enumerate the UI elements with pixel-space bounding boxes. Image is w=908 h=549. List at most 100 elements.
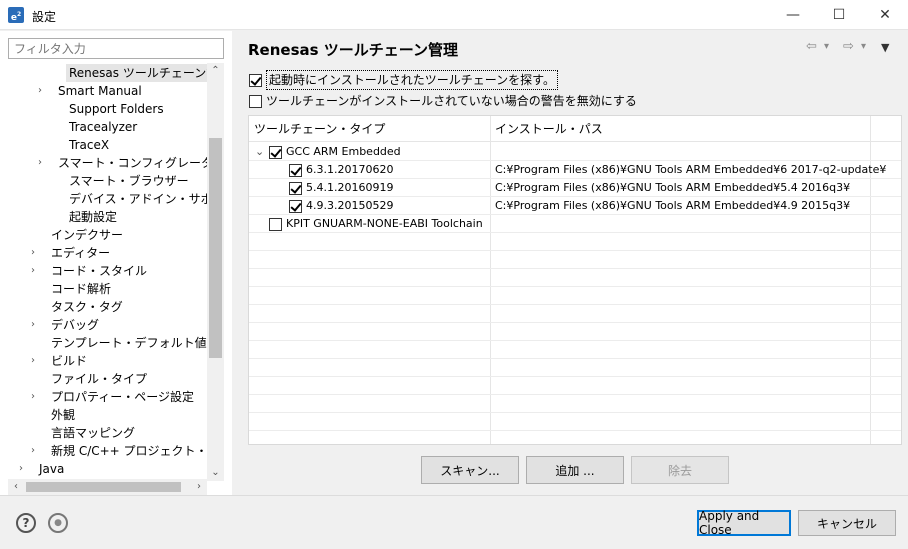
- cancel-button[interactable]: キャンセル: [798, 510, 896, 536]
- help-icon[interactable]: ?: [16, 513, 36, 533]
- table-row[interactable]: 5.4.1.20160919 C:¥Program Files (x86)¥GNU…: [249, 179, 901, 197]
- toolchain-name: GCC ARM Embedded: [286, 145, 401, 158]
- remove-button[interactable]: 除去: [631, 456, 729, 484]
- tree-expand-chevron-icon[interactable]: ›: [28, 442, 38, 460]
- maximize-button[interactable]: ☐: [816, 0, 862, 30]
- table-row[interactable]: [249, 395, 901, 413]
- close-button[interactable]: ✕: [862, 0, 908, 30]
- tree-expand-chevron-icon[interactable]: ›: [16, 460, 26, 478]
- tree-item[interactable]: デバイス・アドイン・サポート: [69, 190, 207, 208]
- tree-item[interactable]: スマート・ブラウザー: [69, 172, 189, 190]
- toolchain-name: 5.4.1.20160919: [306, 181, 394, 194]
- toolchain-table: ツールチェーン・タイプ インストール・パス ⌄ GCC ARM Embedded 6…: [248, 115, 902, 445]
- preference-navigation: Renesas ツールチェーン管理 › Smart ManualSupport Fo…: [0, 31, 232, 495]
- tree-expand-chevron-icon[interactable]: ›: [35, 82, 45, 100]
- preference-tree: Renesas ツールチェーン管理 › Smart ManualSupport Fo…: [0, 63, 207, 481]
- tree-horizontal-scrollbar[interactable]: ‹ ›: [8, 479, 207, 495]
- tree-expand-chevron-icon[interactable]: ›: [35, 154, 45, 172]
- column-header-type[interactable]: ツールチェーン・タイプ: [249, 116, 490, 142]
- table-row[interactable]: [249, 269, 901, 287]
- back-arrow-icon[interactable]: ⇦: [806, 39, 817, 54]
- checkbox-icon[interactable]: [289, 181, 302, 195]
- tree-item[interactable]: Tracealyzer: [69, 118, 137, 136]
- install-path: C:¥Program Files (x86)¥GNU Tools ARM Emb…: [495, 199, 851, 212]
- tree-expand-chevron-icon[interactable]: ›: [28, 244, 38, 262]
- tree-item[interactable]: テンプレート・デフォルト値: [51, 334, 207, 352]
- add-button[interactable]: 追加 ...: [526, 456, 624, 484]
- checkbox-icon[interactable]: [289, 199, 302, 213]
- filter-input[interactable]: [8, 38, 224, 59]
- scroll-right-icon[interactable]: ›: [191, 479, 207, 495]
- view-menu-icon[interactable]: ▼: [881, 41, 889, 54]
- table-row[interactable]: 6.3.1.20170620 C:¥Program Files (x86)¥GNU…: [249, 161, 901, 179]
- checkbox-icon[interactable]: [289, 163, 302, 177]
- table-row[interactable]: [249, 287, 901, 305]
- tree-item[interactable]: TraceX: [69, 136, 109, 154]
- tree-item[interactable]: デバッグ: [51, 316, 99, 334]
- app-icon: e2: [8, 7, 24, 23]
- tree-expand-chevron-icon[interactable]: ›: [28, 388, 38, 406]
- option-label: ツールチェーンがインストールされていない場合の警告を無効にする: [266, 94, 637, 108]
- install-path: C:¥Program Files (x86)¥GNU Tools ARM Emb…: [495, 181, 851, 194]
- tree-item[interactable]: タスク・タグ: [51, 298, 123, 316]
- tree-expand-chevron-icon[interactable]: ›: [28, 316, 38, 334]
- scroll-up-icon[interactable]: ⌃: [207, 63, 224, 79]
- toolchain-name: 6.3.1.20170620: [306, 163, 394, 176]
- column-header-path[interactable]: インストール・パス: [490, 116, 870, 142]
- preferences-export-icon[interactable]: ●: [48, 513, 68, 533]
- tree-item[interactable]: コード・スタイル: [51, 262, 147, 280]
- table-row[interactable]: [249, 233, 901, 251]
- scroll-down-icon[interactable]: ⌄: [207, 465, 224, 481]
- tree-item[interactable]: 新規 C/C++ プロジェクト・ウィザー: [51, 442, 207, 460]
- apply-and-close-button[interactable]: Apply and Close: [697, 509, 791, 537]
- minimize-button[interactable]: —: [770, 0, 816, 30]
- horizontal-scroll-thumb[interactable]: [26, 482, 181, 492]
- table-row[interactable]: [249, 413, 901, 431]
- tree-item[interactable]: プロパティー・ページ設定: [51, 388, 194, 406]
- scan-button[interactable]: スキャン...: [421, 456, 519, 484]
- tree-item[interactable]: エディター: [51, 244, 110, 262]
- tree-item[interactable]: 言語マッピング: [51, 424, 135, 442]
- tree-item[interactable]: インデクサー: [51, 226, 123, 244]
- tree-item[interactable]: ファイル・タイプ: [51, 370, 147, 388]
- tree-item[interactable]: ビルド: [51, 352, 87, 370]
- tree-item[interactable]: 起動設定: [69, 208, 117, 226]
- table-row[interactable]: ⌄ GCC ARM Embedded: [249, 143, 901, 161]
- option-search-on-startup[interactable]: 起動時にインストールされたツールチェーンを探す。: [249, 70, 558, 90]
- tree-item[interactable]: 外観: [51, 406, 75, 424]
- tree-item[interactable]: Renesas ツールチェーン管理: [66, 64, 207, 82]
- tree-expand-chevron-icon[interactable]: ›: [28, 352, 38, 370]
- option-label: 起動時にインストールされたツールチェーンを探す。: [266, 70, 558, 90]
- checkbox-icon[interactable]: [249, 94, 262, 108]
- tree-item[interactable]: コード解析: [51, 280, 111, 298]
- table-row[interactable]: [249, 323, 901, 341]
- table-row[interactable]: [249, 359, 901, 377]
- table-row[interactable]: [249, 251, 901, 269]
- table-row[interactable]: KPIT GNUARM-NONE-EABI Toolchain: [249, 215, 901, 233]
- scroll-thumb[interactable]: [209, 138, 222, 358]
- checkbox-icon[interactable]: [269, 145, 282, 159]
- table-row[interactable]: [249, 341, 901, 359]
- tree-item[interactable]: スマート・コンフィグレータ: [58, 154, 207, 172]
- tree-expand-chevron-icon[interactable]: ›: [28, 262, 38, 280]
- tree-item[interactable]: Support Folders: [69, 100, 164, 118]
- tree-toggle-chevron-icon[interactable]: ⌄: [255, 143, 269, 161]
- window-title: 設定: [32, 10, 57, 24]
- toolchain-name: 4.9.3.20150529: [306, 199, 394, 212]
- checkbox-icon[interactable]: [269, 217, 282, 231]
- tree-item[interactable]: Java: [39, 460, 64, 478]
- scroll-left-icon[interactable]: ‹: [8, 479, 24, 495]
- dialog-button-bar: ? ● Apply and Close キャンセル: [0, 495, 908, 549]
- back-dropdown-icon[interactable]: ▾: [824, 41, 829, 52]
- checkbox-icon[interactable]: [249, 73, 262, 87]
- table-row[interactable]: [249, 305, 901, 323]
- option-disable-warning[interactable]: ツールチェーンがインストールされていない場合の警告を無効にする: [249, 92, 637, 110]
- preference-page: Renesas ツールチェーン管理 ⇦ ▾ ⇨ ▾ ▼ 起動時にインストールされ…: [236, 31, 908, 495]
- page-title: Renesas ツールチェーン管理: [248, 41, 459, 59]
- tree-item[interactable]: Smart Manual: [58, 82, 142, 100]
- forward-arrow-icon[interactable]: ⇨: [843, 39, 854, 54]
- table-row[interactable]: 4.9.3.20150529 C:¥Program Files (x86)¥GNU…: [249, 197, 901, 215]
- forward-dropdown-icon[interactable]: ▾: [861, 41, 866, 52]
- table-row[interactable]: [249, 377, 901, 395]
- tree-vertical-scrollbar[interactable]: ⌃ ⌄: [207, 63, 224, 481]
